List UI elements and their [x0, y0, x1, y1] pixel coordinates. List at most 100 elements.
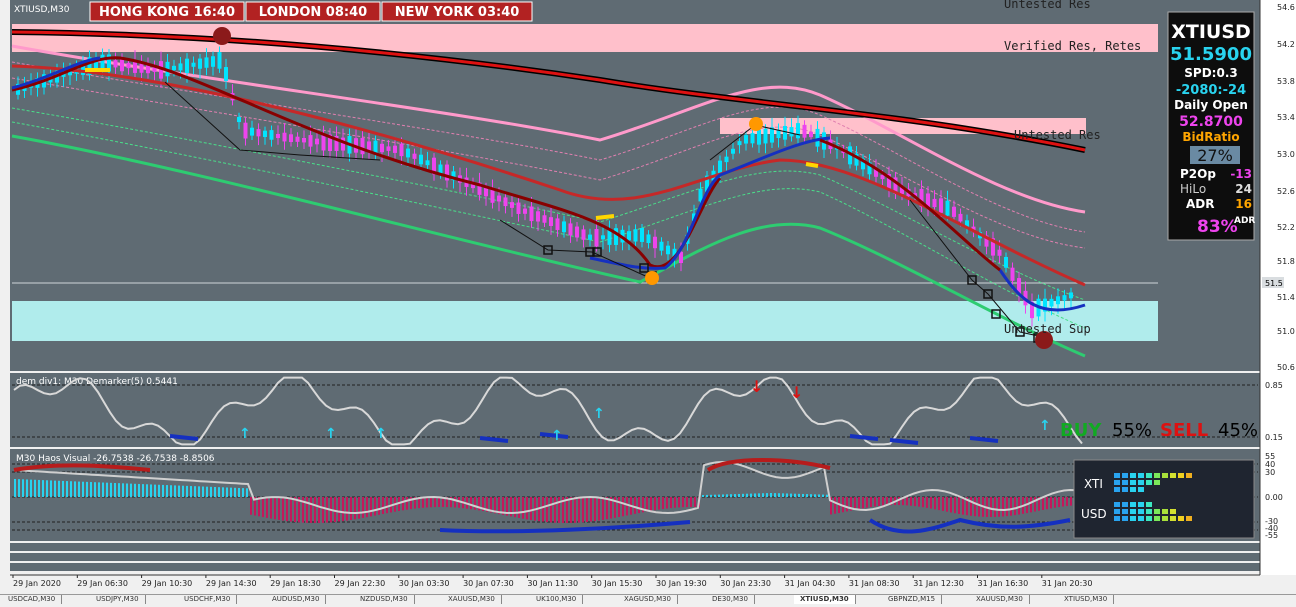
chart-window[interactable]: Untested Res Verified Res, Retes Unteste… — [0, 0, 1296, 603]
meter-cell — [1186, 516, 1192, 521]
haos-bar — [674, 497, 676, 508]
candle-body — [542, 215, 547, 223]
meter-cell — [1138, 502, 1144, 507]
haos-bar — [650, 497, 652, 511]
meter-cell — [1178, 473, 1184, 478]
meter-cell — [1146, 480, 1152, 485]
haos-bar — [202, 486, 204, 497]
haos-bar — [802, 493, 804, 497]
price-tick-11: 50.6 — [1277, 363, 1295, 372]
info-adr-sup: ADR — [1234, 216, 1255, 226]
haos-bar — [238, 487, 240, 497]
haos-bar — [90, 482, 92, 497]
haos-bar — [426, 497, 428, 508]
haos-bar — [570, 497, 572, 523]
haos-bar — [82, 481, 84, 497]
haos-bar — [810, 494, 812, 497]
haos-bar — [62, 480, 64, 497]
meter-cell — [1122, 487, 1128, 492]
haos-bar — [42, 480, 44, 497]
haos-bar — [778, 493, 780, 497]
haos-bar — [542, 497, 544, 522]
demarker-buy-arrow: ↑ — [325, 426, 337, 442]
meter-cell — [1114, 502, 1120, 507]
empty-panel-2 — [10, 553, 1260, 561]
haos-bar — [1018, 497, 1020, 515]
candle-body — [601, 235, 605, 240]
haos-bar — [938, 497, 940, 511]
demarker-title: dem div1: M30 Demarker(5) 0.5441 — [16, 377, 178, 387]
candle-body — [568, 223, 573, 236]
time-tick: 31 Jan 12:30 — [913, 579, 964, 588]
haos-bar — [266, 497, 268, 518]
haos-bar — [878, 497, 880, 506]
sell-label: SELL — [1160, 420, 1208, 441]
candle-body — [100, 54, 105, 70]
haos-bar — [638, 497, 640, 514]
candle-body — [250, 127, 254, 136]
demarker-sell-arrow: ↓ — [790, 383, 803, 402]
haos-bar — [718, 494, 720, 497]
haos-bar — [530, 497, 532, 521]
haos-bar — [990, 497, 992, 517]
meter-cell — [1186, 473, 1192, 478]
info-bidratio: 27% — [1197, 146, 1233, 165]
price-tick-6: 52.2 — [1277, 223, 1295, 232]
haos-bar — [274, 497, 276, 520]
candle-body — [503, 197, 508, 207]
haos-bar — [210, 486, 212, 497]
haos-bar — [374, 497, 376, 516]
haos-bar — [710, 494, 712, 497]
candle-body — [1056, 296, 1060, 305]
haos-bar — [586, 497, 588, 522]
meter-cell — [1122, 502, 1128, 507]
haos-bar — [1070, 497, 1072, 506]
candle-body — [185, 58, 189, 73]
haos-bar — [234, 487, 236, 497]
candle-body — [282, 132, 287, 142]
candle-body — [269, 130, 274, 140]
meter-cell — [1146, 516, 1152, 521]
candle-body — [549, 217, 553, 227]
meter-cell — [1154, 516, 1160, 521]
candle-body — [308, 135, 313, 147]
haos-bar — [578, 497, 580, 523]
haos-bar — [942, 497, 944, 511]
candle-body — [360, 137, 365, 155]
haos-bar — [434, 497, 436, 508]
haos-bar — [382, 497, 384, 515]
haos-bar — [54, 480, 56, 497]
haos-bar — [654, 497, 656, 511]
haos-bar — [546, 497, 548, 523]
candle-body — [633, 229, 638, 242]
buy-pct: 55% — [1112, 420, 1152, 441]
symbol-label: XTIUSD,M30 — [14, 5, 70, 15]
haos-bar — [138, 483, 140, 497]
haos-bar — [950, 497, 952, 513]
haos-bar — [550, 497, 552, 523]
meter-cell — [1130, 516, 1136, 521]
candle-body — [243, 122, 248, 139]
time-tick: 30 Jan 23:30 — [720, 579, 771, 588]
candle-body — [731, 148, 735, 154]
haos-bar — [1030, 497, 1032, 513]
haos-bar — [818, 494, 820, 497]
haos-bar — [634, 497, 636, 514]
meter-cell — [1130, 487, 1136, 492]
haos-bar — [314, 497, 316, 523]
meter-cell — [1138, 473, 1144, 478]
haos-bar — [1046, 497, 1048, 510]
svg-text:-55: -55 — [1265, 531, 1278, 540]
haos-bar — [518, 497, 520, 518]
candle-body — [646, 234, 651, 244]
candle-body — [523, 208, 527, 214]
haos-bar — [670, 497, 672, 509]
haos-bar — [106, 482, 108, 497]
candle-body — [211, 56, 215, 67]
candle-body — [562, 221, 566, 233]
haos-bar — [294, 497, 296, 523]
haos-bar — [258, 497, 260, 517]
price-tick-7: 51.8 — [1277, 257, 1295, 266]
haos-title: M30 Haos Visual -26.7538 -26.7538 -8.850… — [16, 454, 215, 464]
demarker-level-015: 0.15 — [1265, 433, 1283, 442]
